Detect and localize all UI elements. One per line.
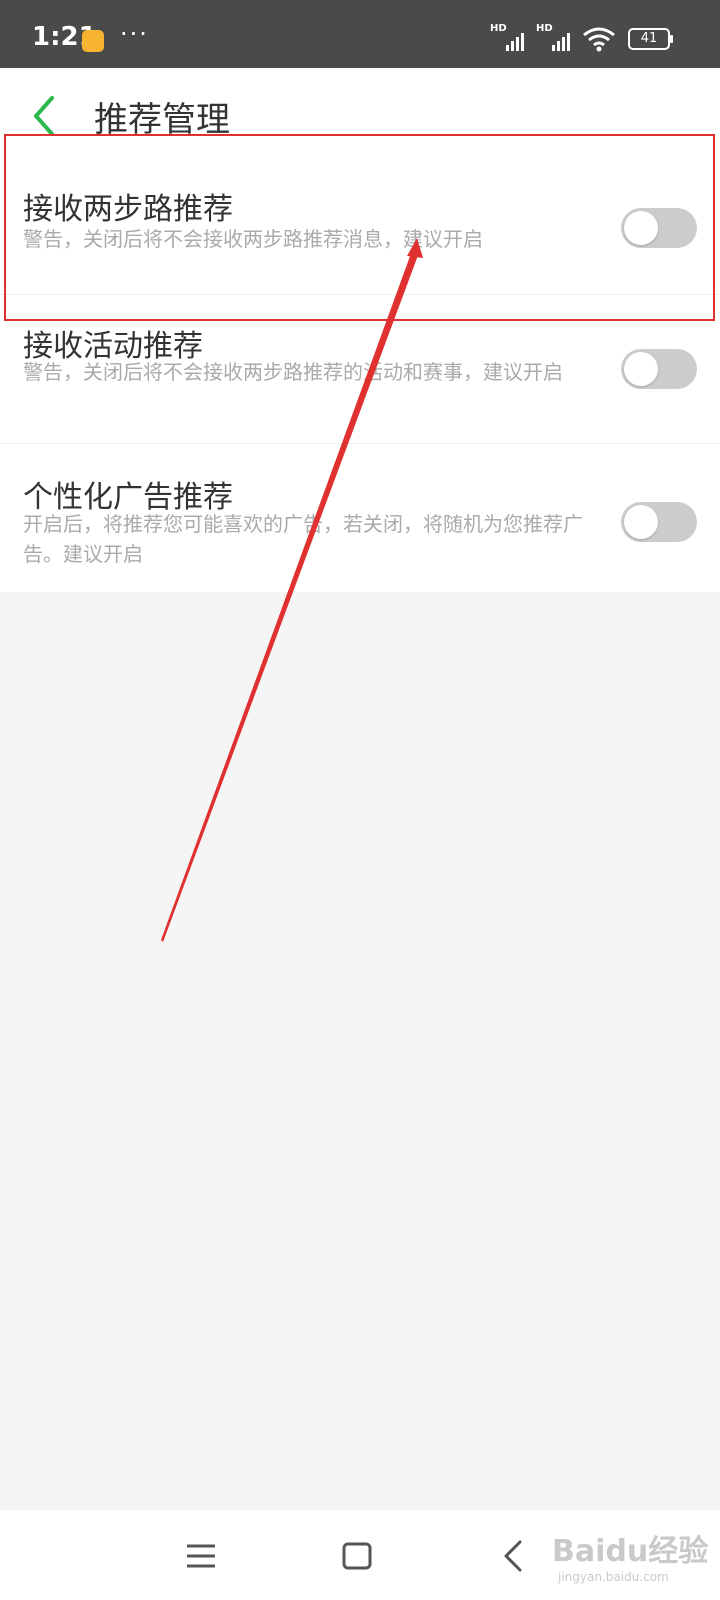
recommendation-toggle[interactable] bbox=[621, 208, 697, 248]
header: 推荐管理 bbox=[0, 68, 720, 140]
setting-title: 接收两步路推荐 bbox=[23, 192, 233, 227]
settings-list: 接收两步路推荐 警告，关闭后将不会接收两步路推荐消息，建议开启 接收活动推荐 警… bbox=[0, 134, 720, 592]
hd-label: HD bbox=[490, 23, 507, 34]
activity-toggle[interactable] bbox=[621, 349, 697, 389]
setting-description: 警告，关闭后将不会接收两步路推荐的活动和赛事，建议开启 bbox=[23, 360, 563, 384]
home-icon[interactable] bbox=[340, 1540, 374, 1572]
toggle-knob bbox=[624, 211, 658, 245]
signal-icon: HD bbox=[536, 23, 570, 51]
notification-app-icon bbox=[82, 30, 104, 52]
toggle-knob bbox=[624, 505, 658, 539]
setting-row-activity: 接收活动推荐 警告，关闭后将不会接收两步路推荐的活动和赛事，建议开启 bbox=[0, 295, 720, 444]
wifi-icon bbox=[583, 27, 615, 52]
menu-icon[interactable] bbox=[183, 1542, 219, 1570]
signal-icon: HD bbox=[490, 23, 524, 51]
setting-description: 开启后，将推荐您可能喜欢的广告，若关闭，将随机为您推荐广告。建议开启 bbox=[23, 512, 583, 566]
battery-icon: 41 bbox=[628, 28, 673, 50]
hd-label: HD bbox=[536, 23, 553, 34]
back-icon[interactable] bbox=[28, 94, 64, 138]
baidu-watermark: Baidu经验 jingyan.baidu.com bbox=[552, 1518, 720, 1592]
watermark-url: jingyan.baidu.com bbox=[558, 1570, 669, 1584]
nav-back-icon[interactable] bbox=[500, 1538, 526, 1574]
ads-toggle[interactable] bbox=[621, 502, 697, 542]
setting-row-ads: 个性化广告推荐 开启后，将推荐您可能喜欢的广告，若关闭，将随机为您推荐广告。建议… bbox=[0, 444, 720, 592]
setting-description: 警告，关闭后将不会接收两步路推荐消息，建议开启 bbox=[23, 227, 483, 251]
status-bar: 1:21 ··· HD HD 41 bbox=[0, 0, 720, 68]
more-notifications-icon: ··· bbox=[120, 20, 149, 48]
toggle-knob bbox=[624, 352, 658, 386]
setting-row-recommendations: 接收两步路推荐 警告，关闭后将不会接收两步路推荐消息，建议开启 bbox=[0, 134, 720, 295]
status-indicators: HD HD 41 bbox=[490, 23, 673, 52]
watermark-brand: Baidu经验 bbox=[552, 1534, 709, 1569]
